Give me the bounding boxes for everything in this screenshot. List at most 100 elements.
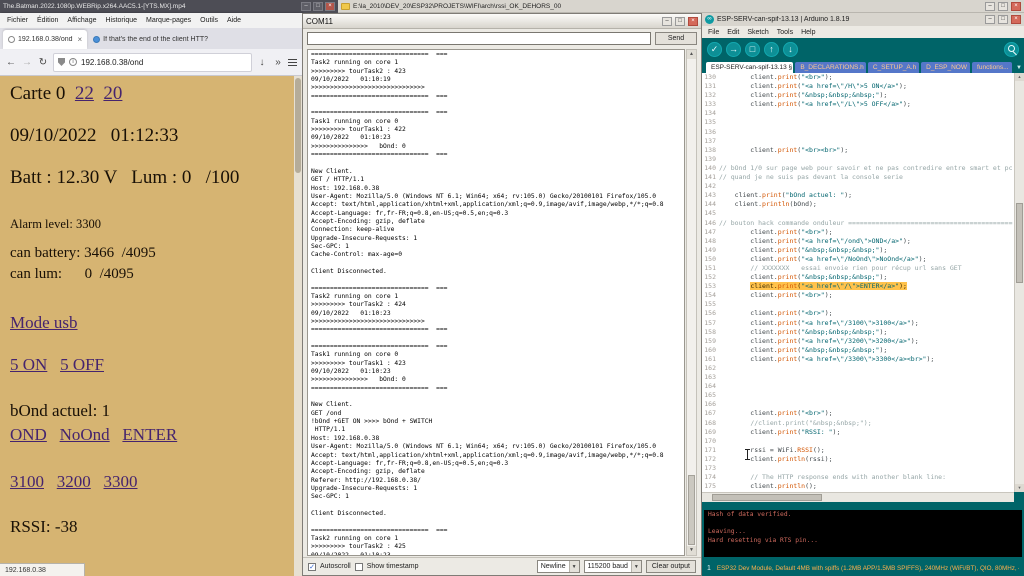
- page-link[interactable]: 3200: [57, 472, 91, 491]
- menu-icon[interactable]: [288, 57, 297, 68]
- code-line[interactable]: 164: [702, 382, 1014, 391]
- page-link[interactable]: 22: [75, 83, 94, 104]
- code-line[interactable]: 144 client.println(bOnd);: [702, 200, 1014, 209]
- scroll-down-icon[interactable]: ▼: [1015, 484, 1024, 492]
- minimize-button[interactable]: –: [985, 15, 995, 24]
- serial-monitor-titlebar[interactable]: COM11 – □ ×: [303, 14, 701, 29]
- autoscroll-checkbox[interactable]: [308, 562, 316, 571]
- send-button[interactable]: Send: [655, 32, 697, 45]
- serial-scrollbar[interactable]: ▲ ▼: [686, 49, 697, 556]
- code-line[interactable]: 135: [702, 118, 1014, 127]
- page-link[interactable]: Mode usb: [10, 313, 78, 332]
- code-line[interactable]: 155: [702, 300, 1014, 309]
- arduino-titlebar[interactable]: ∞ ESP-SERV-can-spif-13.13 | Arduino 1.8.…: [702, 13, 1024, 26]
- menu-item[interactable]: Tools: [777, 29, 793, 36]
- code-line[interactable]: 138 client.print("<br><br>");: [702, 146, 1014, 155]
- editor-tab[interactable]: C_SETUP_A.h: [867, 62, 920, 73]
- editor-tab[interactable]: D_ESP_NOW: [921, 62, 971, 73]
- code-line[interactable]: 157 client.print("<a href=\"/3100\">3100…: [702, 319, 1014, 328]
- menu-item[interactable]: Sketch: [747, 29, 768, 36]
- menu-item[interactable]: File: [708, 29, 719, 36]
- menu-item[interactable]: Edit: [727, 29, 739, 36]
- verify-button[interactable]: ✓: [707, 41, 722, 57]
- editor-tab[interactable]: B_DECLARATIONS.h: [795, 62, 866, 73]
- code-line[interactable]: 131 client.print("<a href=\"/H\">5 ON</a…: [702, 82, 1014, 91]
- code-line[interactable]: 153 client.print("<a href=\"/\">ENTER</a…: [702, 282, 1014, 291]
- code-line[interactable]: 148 client.print("<a href=\"/ond\">OND</…: [702, 237, 1014, 246]
- code-line[interactable]: 132 client.print("&nbsp;&nbsp;&nbsp;");: [702, 91, 1014, 100]
- code-line[interactable]: 170: [702, 437, 1014, 446]
- code-line[interactable]: 154 client.print("<br>");: [702, 291, 1014, 300]
- new-sketch-button[interactable]: □: [745, 41, 760, 57]
- maximize-button[interactable]: □: [998, 15, 1008, 24]
- code-line[interactable]: 133 client.print("<a href=\"/L\">5 OFF</…: [702, 100, 1014, 109]
- tab-list-dropdown-icon[interactable]: ▼: [1016, 65, 1022, 71]
- serial-monitor-button[interactable]: [1004, 41, 1019, 57]
- scroll-up-icon[interactable]: ▲: [687, 50, 696, 59]
- page-link[interactable]: 5 ON: [10, 355, 47, 374]
- timestamp-checkbox[interactable]: [354, 562, 363, 571]
- send-input[interactable]: [307, 32, 651, 45]
- download-icon[interactable]: ↓: [256, 57, 268, 68]
- reload-button[interactable]: ↻: [37, 57, 49, 68]
- code-editor[interactable]: 130 client.print("<br>"); 131 client.prin…: [702, 73, 1014, 492]
- menu-item[interactable]: Aide: [227, 17, 241, 24]
- close-button[interactable]: ×: [1011, 15, 1021, 24]
- page-link[interactable]: 3300: [104, 472, 138, 491]
- menu-item[interactable]: Marque-pages: [146, 17, 191, 24]
- editor-horizontal-scrollbar[interactable]: [702, 492, 1014, 502]
- close-button[interactable]: ×: [1011, 1, 1021, 11]
- code-line[interactable]: 167 client.print("<br>");: [702, 409, 1014, 418]
- code-line[interactable]: 130 client.print("<br>");: [702, 73, 1014, 82]
- code-line[interactable]: 166: [702, 400, 1014, 409]
- forward-button[interactable]: →: [21, 57, 33, 68]
- close-button[interactable]: ×: [325, 2, 335, 11]
- tab-close-icon[interactable]: ×: [78, 35, 83, 44]
- code-line[interactable]: 175 client.println();: [702, 482, 1014, 491]
- browser-tab[interactable]: If that's the end of the client HTT?: [88, 30, 213, 49]
- code-line[interactable]: 145: [702, 209, 1014, 218]
- code-line[interactable]: 161 client.print("<a href=\"/3300\">3300…: [702, 355, 1014, 364]
- code-line[interactable]: 151 // XXXXXXX essai envoie rien pour ré…: [702, 264, 1014, 273]
- minimize-button[interactable]: –: [985, 1, 995, 11]
- serial-output[interactable]: =============================== === Task2…: [307, 49, 685, 556]
- scrollbar-thumb[interactable]: [688, 475, 695, 545]
- code-line[interactable]: 160 client.print("&nbsp;&nbsp;&nbsp;");: [702, 346, 1014, 355]
- maximize-button[interactable]: □: [675, 16, 685, 26]
- site-info-icon[interactable]: i: [69, 58, 77, 66]
- open-sketch-button[interactable]: ↑: [764, 41, 779, 57]
- code-line[interactable]: 141// quand je ne suis pas devant la con…: [702, 173, 1014, 182]
- maximize-button[interactable]: □: [313, 2, 323, 11]
- code-line[interactable]: 150 client.print("<a href=\"/NoOnd\">NoO…: [702, 255, 1014, 264]
- code-line[interactable]: 169 client.print("RSSI: ");: [702, 428, 1014, 437]
- code-line[interactable]: 152 client.print("&nbsp;&nbsp;&nbsp;");: [702, 273, 1014, 282]
- line-ending-select[interactable]: Newline ▼: [536, 560, 580, 573]
- menu-item[interactable]: Outils: [200, 17, 218, 24]
- menu-item[interactable]: Fichier: [7, 17, 28, 24]
- scrollbar-thumb[interactable]: [712, 494, 822, 501]
- code-line[interactable]: 136: [702, 128, 1014, 137]
- code-line[interactable]: 163: [702, 373, 1014, 382]
- maximize-button[interactable]: □: [998, 1, 1008, 11]
- explorer-titlebar[interactable]: E:\la_2010\DEV_20\ESP32\PROJETS\WIFI\arc…: [338, 0, 1024, 13]
- overflow-chevron-icon[interactable]: »: [272, 57, 284, 68]
- scroll-up-icon[interactable]: ▲: [1015, 73, 1024, 81]
- code-line[interactable]: 165: [702, 391, 1014, 400]
- page-link[interactable]: NoOnd: [60, 425, 110, 444]
- page-link[interactable]: ENTER: [122, 425, 177, 444]
- page-link[interactable]: 20: [103, 83, 122, 104]
- code-line[interactable]: 168 //client.print("&nbsp;&nbsp;");: [702, 419, 1014, 428]
- code-line[interactable]: 137: [702, 137, 1014, 146]
- scrollbar-thumb[interactable]: [1016, 203, 1023, 283]
- code-line[interactable]: 139: [702, 155, 1014, 164]
- minimize-button[interactable]: –: [662, 16, 672, 26]
- code-line[interactable]: 172 client.println(rssi);: [702, 455, 1014, 464]
- menu-item[interactable]: Help: [801, 29, 815, 36]
- upload-button[interactable]: →: [726, 41, 741, 57]
- editor-tab[interactable]: functions...: [972, 62, 1012, 73]
- save-sketch-button[interactable]: ↓: [783, 41, 798, 57]
- page-link[interactable]: 5 OFF: [60, 355, 104, 374]
- baud-select[interactable]: 115200 baud ▼: [583, 560, 642, 573]
- browser-tab[interactable]: 192.168.0.38/ond ×: [3, 30, 88, 49]
- code-line[interactable]: 146// bouton hack commande onduleur ====…: [702, 219, 1014, 228]
